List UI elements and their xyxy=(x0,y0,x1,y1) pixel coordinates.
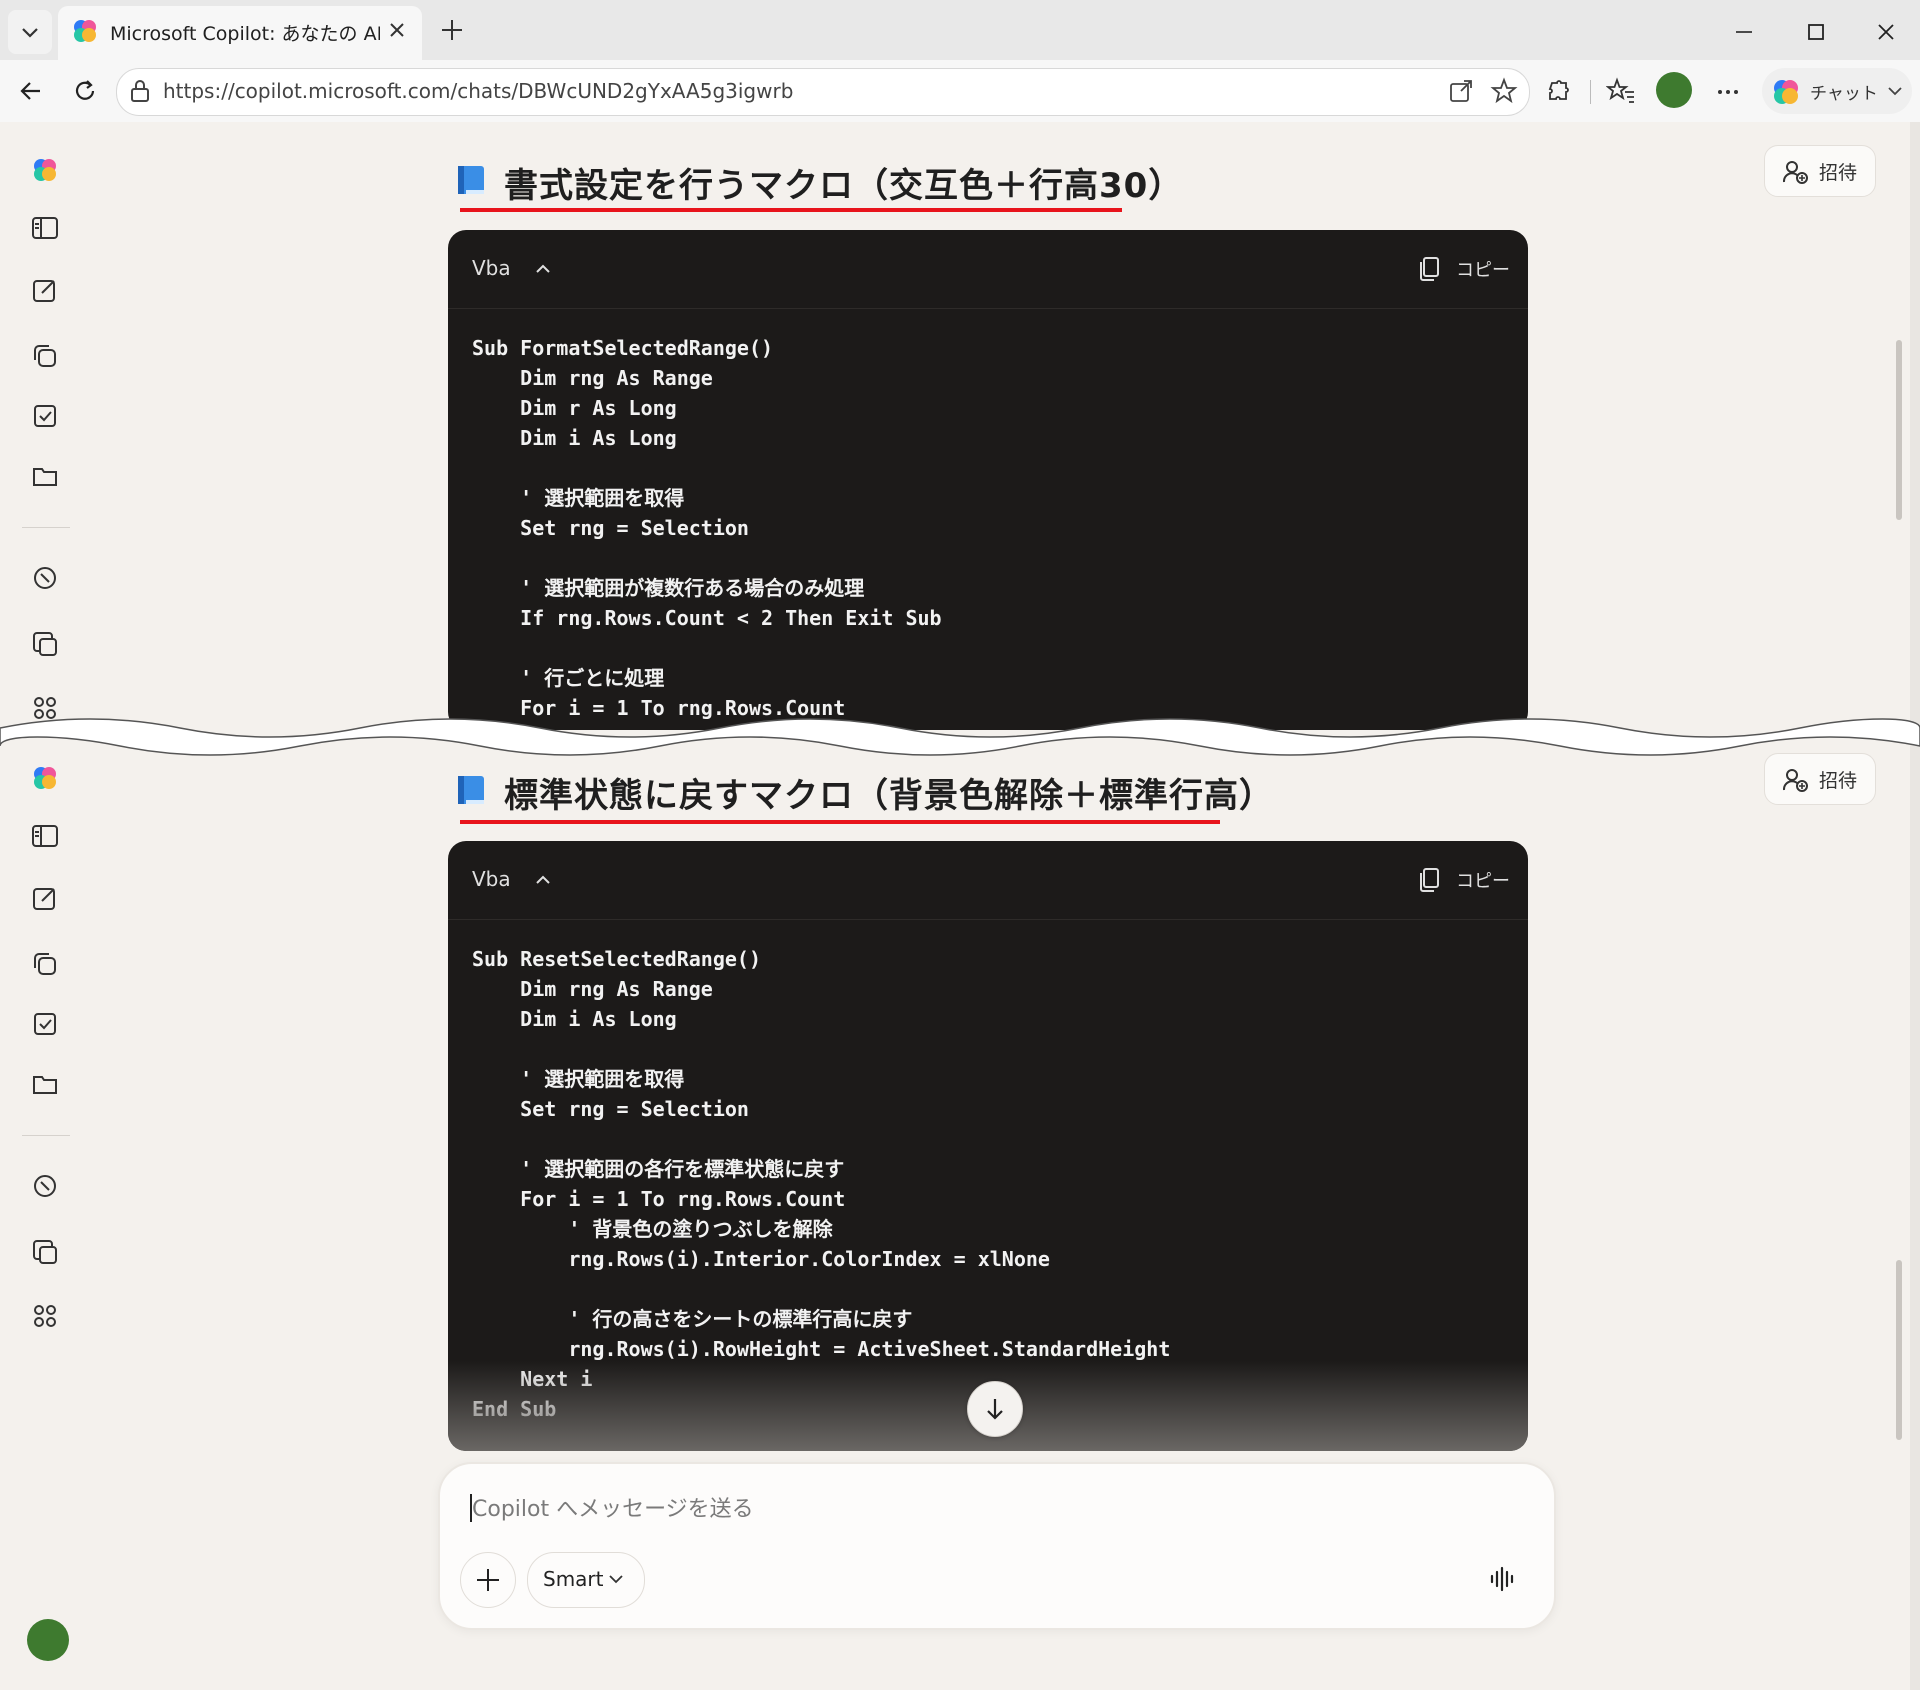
image-create-icon[interactable] xyxy=(30,1237,60,1267)
favorites-icon[interactable] xyxy=(1606,77,1636,105)
back-icon[interactable] xyxy=(16,76,46,106)
code-text: Sub ResetSelectedRange() Dim rng As Rang… xyxy=(472,947,1171,1421)
new-chat-icon[interactable] xyxy=(30,883,60,913)
lock-icon[interactable] xyxy=(128,78,152,104)
discover-icon[interactable] xyxy=(30,1171,60,1201)
copy-icon[interactable] xyxy=(1416,865,1444,895)
sidebar-separator xyxy=(22,1135,70,1136)
sidebar-toggle-icon[interactable] xyxy=(30,213,60,243)
voice-icon[interactable] xyxy=(1486,1563,1518,1595)
new-tab-icon[interactable] xyxy=(438,16,466,44)
blue-book-icon xyxy=(458,166,484,194)
folder-icon[interactable] xyxy=(30,1069,60,1099)
section-title: 標準状態に戻すマクロ（背景色解除＋標準行高） xyxy=(504,776,1274,816)
more-icon[interactable] xyxy=(1714,78,1742,106)
user-avatar[interactable] xyxy=(27,1619,69,1661)
chevron-down-icon[interactable] xyxy=(606,1569,626,1589)
tasks-icon[interactable] xyxy=(30,401,60,431)
mode-label: Smart xyxy=(543,1567,604,1591)
title-underline xyxy=(460,208,1122,212)
code-block: Vba コピー Sub ResetSelectedRange() Dim rng… xyxy=(448,841,1528,1451)
code-language: Vba xyxy=(472,256,511,280)
url-text[interactable]: https://copilot.microsoft.com/chats/DBWc… xyxy=(163,79,793,103)
invite-label: 招待 xyxy=(1819,770,1858,792)
apps-icon[interactable] xyxy=(30,1301,60,1331)
minimize-icon[interactable] xyxy=(1732,20,1756,44)
invite-button[interactable]: 招待 xyxy=(1764,145,1876,197)
blue-book-icon xyxy=(458,776,484,804)
folder-icon[interactable] xyxy=(30,461,60,491)
refresh-icon[interactable] xyxy=(70,76,100,106)
copilot-home-icon[interactable] xyxy=(30,763,60,793)
chevron-down-icon[interactable] xyxy=(1884,80,1906,102)
tasks-icon[interactable] xyxy=(30,1009,60,1039)
copilot-button-label: チャット xyxy=(1810,84,1878,104)
code-text: Sub FormatSelectedRange() Dim rng As Ran… xyxy=(472,336,942,720)
copy-button[interactable]: コピー xyxy=(1456,867,1510,893)
profile-avatar[interactable] xyxy=(1656,72,1692,108)
add-attachment-button[interactable] xyxy=(460,1552,516,1608)
scrollbar-thumb[interactable] xyxy=(1896,340,1902,520)
discover-icon[interactable] xyxy=(30,563,60,593)
code-header xyxy=(448,841,1528,920)
window-edge xyxy=(1910,122,1920,1690)
tab-title: Microsoft Copilot: あなたの AI アシス xyxy=(110,23,380,45)
add-person-icon xyxy=(1782,161,1808,184)
close-window-icon[interactable] xyxy=(1874,20,1898,44)
invite-label: 招待 xyxy=(1819,162,1858,184)
scroll-to-bottom-button[interactable] xyxy=(967,1381,1023,1437)
scrollbar-thumb[interactable] xyxy=(1896,1260,1902,1440)
plus-icon xyxy=(477,1569,499,1591)
maximize-icon[interactable] xyxy=(1804,20,1828,44)
extensions-icon[interactable] xyxy=(1544,77,1572,105)
copy-icon[interactable] xyxy=(1416,254,1444,284)
code-block: Vba コピー Sub FormatSelectedRange() Dim rn… xyxy=(448,230,1528,730)
favorite-star-icon[interactable] xyxy=(1490,77,1518,105)
chevron-up-icon[interactable] xyxy=(532,258,554,280)
copilot-home-icon[interactable] xyxy=(30,155,60,185)
sidebar-toggle-icon[interactable] xyxy=(30,821,60,851)
chevron-up-icon[interactable] xyxy=(532,869,554,891)
torn-edge-separator xyxy=(0,718,1920,756)
pages-icon[interactable] xyxy=(30,341,60,371)
copilot-favicon xyxy=(74,20,96,42)
copy-button[interactable]: コピー xyxy=(1456,256,1510,282)
code-header xyxy=(448,230,1528,309)
chevron-down-icon xyxy=(22,28,38,38)
tab-list-button[interactable] xyxy=(8,10,52,54)
toolbar-divider xyxy=(1590,80,1591,104)
sidebar-separator xyxy=(22,527,70,528)
text-caret xyxy=(470,1494,472,1522)
image-create-icon[interactable] xyxy=(30,629,60,659)
copilot-logo-icon xyxy=(1774,80,1798,104)
code-language: Vba xyxy=(472,867,511,891)
section-title: 書式設定を行うマクロ（交互色＋行高30） xyxy=(504,166,1184,206)
title-underline xyxy=(460,820,1220,824)
arrow-down-icon xyxy=(987,1399,1003,1420)
add-person-icon xyxy=(1782,769,1808,792)
new-chat-icon[interactable] xyxy=(30,275,60,305)
pages-icon[interactable] xyxy=(30,949,60,979)
message-input[interactable] xyxy=(470,1492,1374,1526)
invite-button[interactable]: 招待 xyxy=(1764,753,1876,805)
open-in-app-icon[interactable] xyxy=(1448,78,1474,104)
close-tab-icon[interactable] xyxy=(386,19,408,41)
